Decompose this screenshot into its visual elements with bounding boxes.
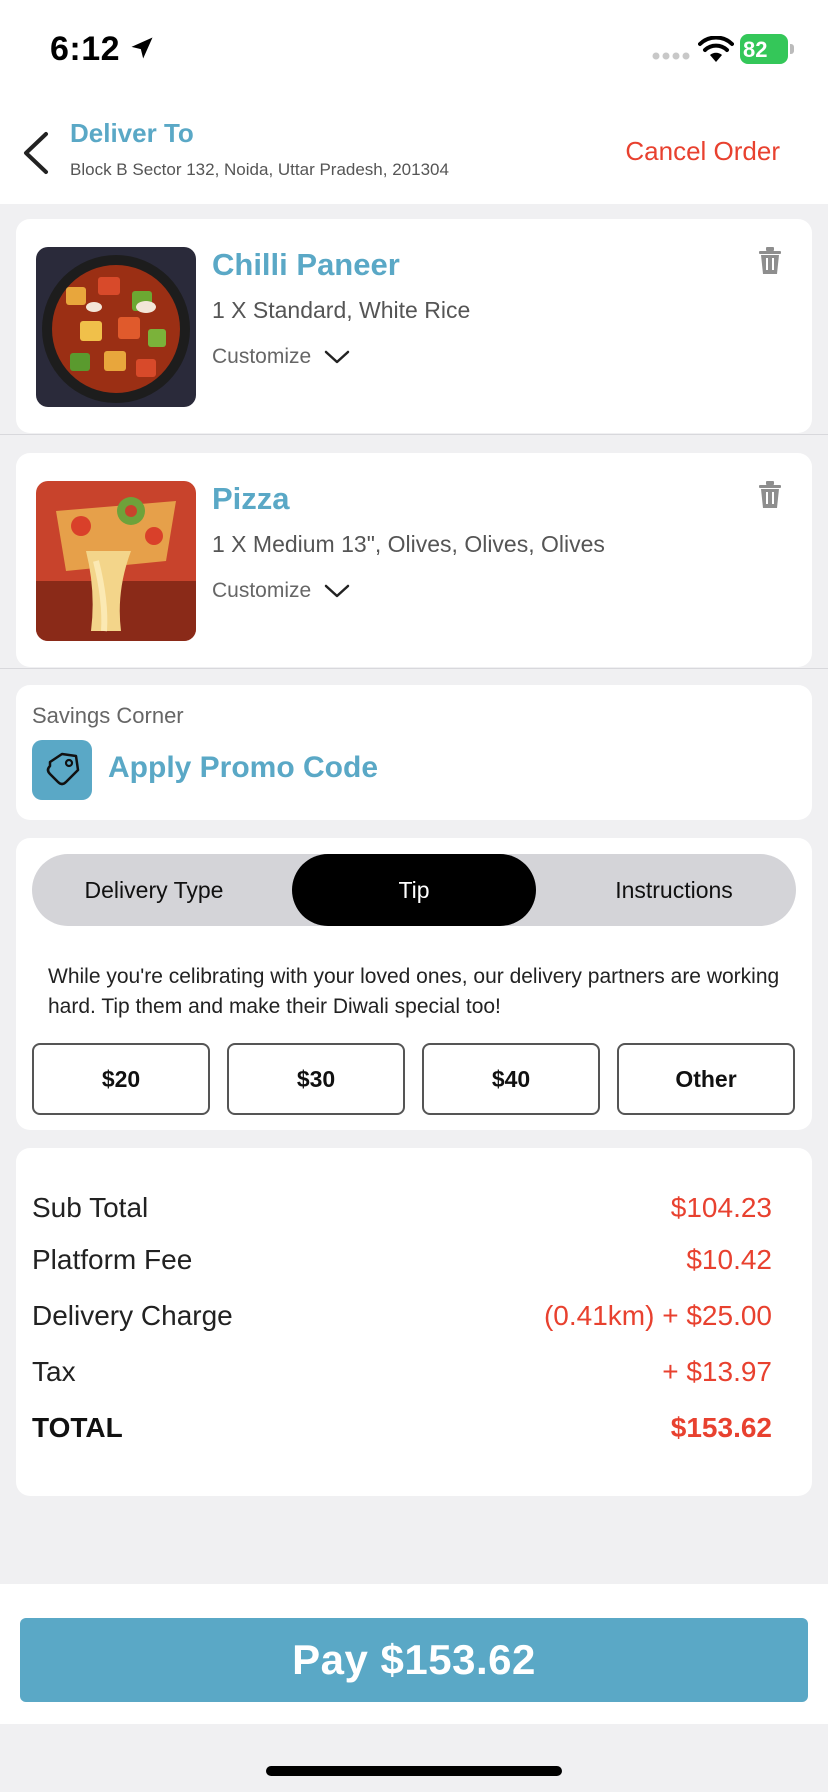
summary-label: Platform Fee [32,1244,193,1275]
savings-label: Savings Corner [32,703,184,728]
customize-toggle[interactable]: Customize [212,345,351,369]
tab-tip[interactable]: Tip [292,854,536,926]
divider [0,668,828,669]
item-details: 1 X Medium 13", Olives, Olives, Olives [212,531,605,557]
summary-value: $104.23 [670,1192,772,1223]
summary-label: Tax [32,1356,76,1387]
tab-delivery-type[interactable]: Delivery Type [32,854,276,926]
chevron-down-icon [324,584,350,598]
summary-row: Platform Fee $10.42 [32,1244,772,1284]
summary-row: Tax + $13.97 [32,1356,772,1396]
summary-row: Sub Total $104.23 [32,1192,772,1232]
tip-option-button[interactable]: $20 [32,1043,210,1115]
promo-tag-icon[interactable] [32,740,92,800]
home-indicator[interactable] [266,1766,562,1776]
cart-item-card: Pizza 1 X Medium 13", Olives, Olives, Ol… [16,453,812,667]
summary-value: $10.42 [686,1244,772,1275]
total-label: TOTAL [32,1412,123,1443]
summary-value: + $13.97 [662,1356,772,1387]
order-summary-card: Sub Total $104.23 Platform Fee $10.42 De… [16,1148,812,1496]
summary-label: Delivery Charge [32,1300,233,1331]
tip-card: Delivery Type Tip Instructions While you… [16,838,812,1130]
summary-label: Sub Total [32,1192,149,1223]
chevron-down-icon [324,350,350,364]
summary-row: Delivery Charge (0.41km) + $25.00 [32,1300,772,1340]
pizza-image [36,481,196,641]
customize-label: Customize [212,345,312,368]
status-bar: 6:12 82 [0,0,828,100]
segmented-control: Delivery Type Tip Instructions [32,854,796,926]
total-value: $153.62 [670,1412,772,1443]
pay-button[interactable]: Pay $153.62 [20,1618,808,1702]
deliver-to-title[interactable]: Deliver To [70,118,194,149]
item-name: Pizza [212,481,290,516]
item-name: Chilli Paneer [212,247,400,282]
status-time: 6:12 [50,30,121,68]
summary-value: (0.41km) + $25.00 [543,1300,772,1331]
battery-level: 82 [743,37,768,62]
location-arrow-icon [131,37,153,59]
customize-toggle[interactable]: Customize [212,579,351,603]
total-row: TOTAL $153.62 [32,1412,772,1452]
tip-option-button[interactable]: $30 [227,1043,405,1115]
back-chevron-icon[interactable] [20,130,52,176]
cancel-order-button[interactable]: Cancel Order [625,136,780,167]
cart-screen: 6:12 82 Deliver To Block B Sector 132, N… [0,0,828,1792]
header: Deliver To Block B Sector 132, Noida, Ut… [0,100,828,204]
tip-option-button[interactable]: $40 [422,1043,600,1115]
bottom-pay-panel: Pay $153.62 [0,1584,828,1724]
tip-option-other-button[interactable]: Other [617,1043,795,1115]
apply-promo-code-button[interactable]: Apply Promo Code [108,751,378,785]
cart-item-card: Chilli Paneer 1 X Standard, White Rice C… [16,219,812,433]
savings-card: Savings Corner Apply Promo Code [16,685,812,820]
item-details: 1 X Standard, White Rice [212,297,471,323]
delivery-address[interactable]: Block B Sector 132, Noida, Uttar Pradesh… [70,160,449,180]
cellular-signal-icon [652,52,690,60]
tab-instructions[interactable]: Instructions [552,854,796,926]
trash-icon[interactable] [758,247,782,275]
customize-label: Customize [212,579,312,602]
chilli-paneer-image [36,247,196,407]
battery-icon: 82 [740,34,794,64]
wifi-icon [698,36,734,62]
tip-message: While you're celibrating with your loved… [48,965,780,1018]
divider [0,434,828,435]
trash-icon[interactable] [758,481,782,509]
